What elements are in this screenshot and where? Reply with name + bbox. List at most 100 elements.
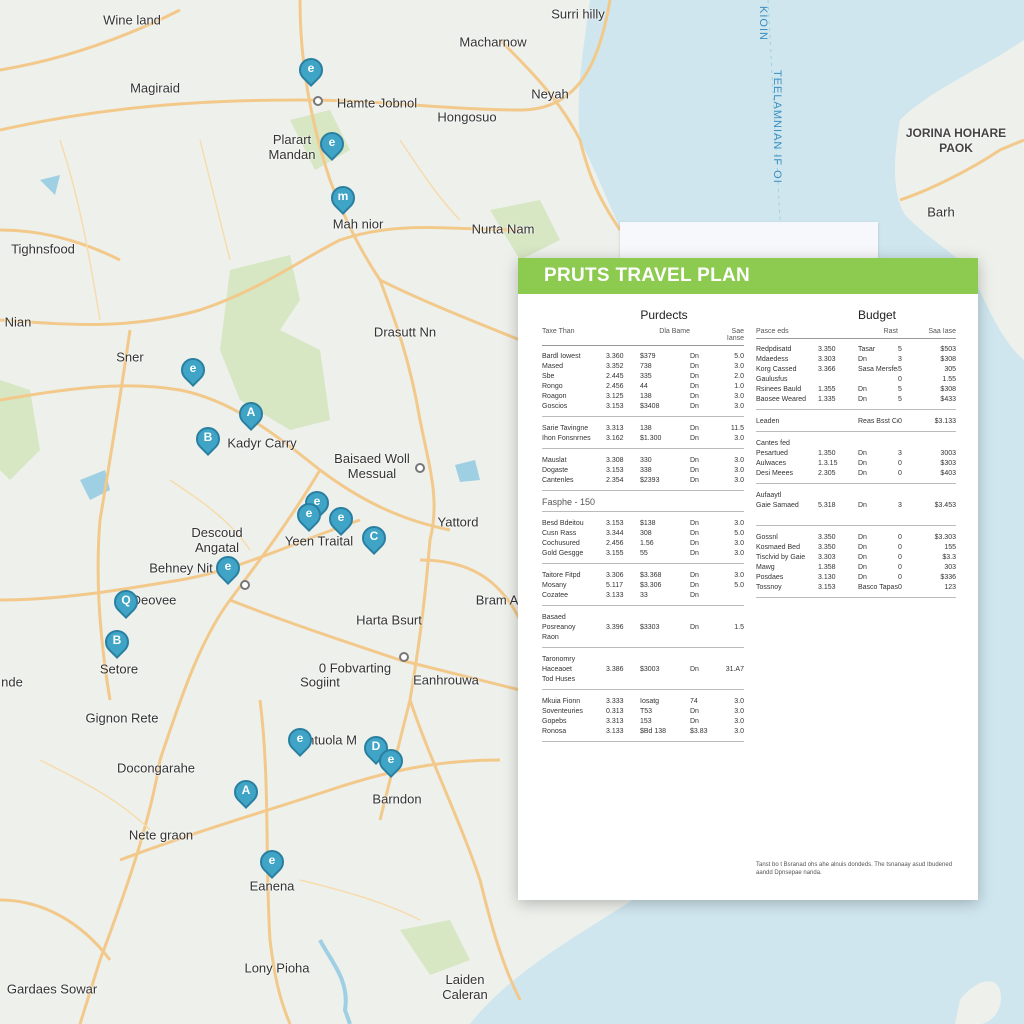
map-pin-icon[interactable]: B (100, 625, 134, 662)
table-row: Mdaedess 3.303 Dn 3 $308 (756, 355, 956, 365)
table-cell (818, 439, 858, 449)
table-cell: 5 (898, 386, 902, 393)
table-cell: Aulwaces (756, 460, 786, 467)
table-cell: 3.0 (734, 698, 744, 705)
table-cell: Dn (858, 554, 867, 561)
map-pin-icon[interactable]: m (326, 181, 360, 218)
table-cell: 3.155 (606, 550, 624, 557)
table-cell: 1.355 (818, 386, 836, 393)
table-row: Haceaoet 3.386 $3003 Dn 31.A7 (542, 665, 744, 675)
map-pin-icon[interactable]: e (283, 723, 317, 760)
products-title: Purdects (640, 308, 688, 322)
table-cell: Desi Meees (756, 470, 793, 477)
map-pin-icon[interactable]: e (294, 53, 328, 90)
table-cell: Iosatg (640, 698, 660, 705)
table-cell (690, 613, 720, 623)
table-cell: 1.56 (640, 540, 654, 547)
map-pin-icon[interactable]: e (211, 551, 245, 588)
map-pin-icon[interactable]: A (234, 397, 268, 434)
table-cell: 3.0 (734, 550, 744, 557)
table-row: Posreanoy 3.396 $3303 Dn 1.5 (542, 623, 744, 633)
column-header: Rast (883, 328, 898, 335)
place-label-barndon: Barndon (372, 791, 422, 807)
table-cell: Mased (542, 363, 564, 370)
table-row: Redpdisatd 3.350 Tasar 5 $503 (756, 345, 956, 355)
table-row: Besd Bdeitou 3.153 $138 Dn 3.0 (542, 519, 744, 529)
table-cell: Roagon (542, 393, 567, 400)
table-cell: Cozatee (542, 592, 569, 599)
table-cell: $336 (940, 574, 956, 581)
table-cell: Dn (858, 356, 867, 363)
travel-plan-panel: PRUTS TRAVEL PLAN Purdects Taxe Than Dla… (518, 258, 978, 900)
table-cell (898, 491, 924, 501)
place-label-lonypioha: Lony Pioha (244, 960, 310, 976)
map-pin-icon[interactable]: C (357, 521, 391, 558)
map-pin-icon[interactable]: Q (109, 585, 143, 622)
table-cell (720, 675, 744, 685)
map-pin-icon[interactable]: A (229, 775, 263, 812)
table-cell: Tasar (858, 346, 876, 353)
column-header (690, 328, 720, 342)
table-cell: Redpdisatd (756, 346, 792, 353)
table-cell: 3.313 (606, 425, 624, 432)
table-cell (818, 491, 858, 501)
map-pin-icon[interactable]: e (255, 845, 289, 882)
table-cell: 3.0 (734, 435, 744, 442)
table-cell: 3.0 (734, 403, 744, 410)
table-cell: 3.333 (606, 698, 624, 705)
table-cell: Dn (690, 582, 699, 589)
pin-glyph: e (305, 506, 313, 520)
map-pin-icon[interactable]: e (324, 502, 358, 539)
table-cell: Dn (690, 457, 699, 464)
table-cell: 3.350 (818, 534, 836, 541)
table-cell: Basco Tapasaae (858, 584, 898, 591)
table-cell: 3.360 (606, 353, 624, 360)
place-label-eanhrouwa: Eanhrouwa (413, 672, 479, 688)
table-cell: Dn (690, 572, 699, 579)
table-cell: 55 (640, 550, 648, 557)
pin-glyph: e (307, 61, 315, 75)
table-cell: 138 (640, 393, 652, 400)
table-cell: 3.0 (734, 477, 744, 484)
table-row: Mauslat 3.308 330 Dn 3.0 (542, 456, 744, 466)
table-cell: 3.125 (606, 393, 624, 400)
table-cell: Soventeuries (542, 708, 583, 715)
map-pin-icon[interactable]: e (315, 127, 349, 164)
poi-marker-icon[interactable] (240, 580, 250, 590)
table-cell: 3.0 (734, 728, 744, 735)
place-label-basiaedwell: Baisaed Woll Messual (334, 451, 410, 481)
column-header (818, 328, 858, 335)
table-cell: 1.0 (734, 383, 744, 390)
pin-glyph: B (203, 430, 213, 444)
map-pin-icon[interactable]: e (374, 744, 408, 781)
poi-marker-icon[interactable] (399, 652, 409, 662)
pin-glyph: B (112, 633, 122, 647)
budget-column: Budget Pasce eds Rast Saa Iase Redpdisat… (756, 308, 956, 604)
table-cell: 1.350 (818, 450, 836, 457)
map-pin-icon[interactable]: e (292, 498, 326, 535)
pin-glyph: e (189, 361, 197, 375)
table-cell: $1.300 (640, 435, 662, 442)
table-cell (818, 417, 858, 427)
poi-marker-icon[interactable] (313, 96, 323, 106)
plan-tab[interactable] (620, 222, 878, 258)
place-label-kadyrcarry: Kadyr Carry (227, 435, 297, 451)
table-cell: 74 (690, 698, 698, 705)
map-pin-icon[interactable]: e (176, 353, 210, 390)
poi-marker-icon[interactable] (415, 463, 425, 473)
map-pin-icon[interactable]: B (191, 422, 225, 459)
table-cell (690, 633, 720, 643)
table-cell (924, 511, 956, 521)
table-cell (858, 439, 898, 449)
table-cell: Mdaedess (756, 356, 789, 363)
table-cell: Leaden (756, 418, 780, 425)
table-row: Roagon 3.125 138 Dn 3.0 (542, 392, 744, 402)
table-cell: 155 (944, 544, 956, 551)
table-cell: Mosany (542, 582, 567, 589)
table-cell: $308 (940, 356, 956, 363)
table-cell: 123 (944, 584, 956, 591)
plan-footnote: Tanst bo t Bsranad ohs ahe alnuis donded… (756, 862, 953, 876)
table-cell: Gossnl (756, 534, 778, 541)
table-cell: 738 (640, 363, 652, 370)
table-row: Tossnoy 3.153 Basco Tapasaae0 123 (756, 583, 956, 593)
